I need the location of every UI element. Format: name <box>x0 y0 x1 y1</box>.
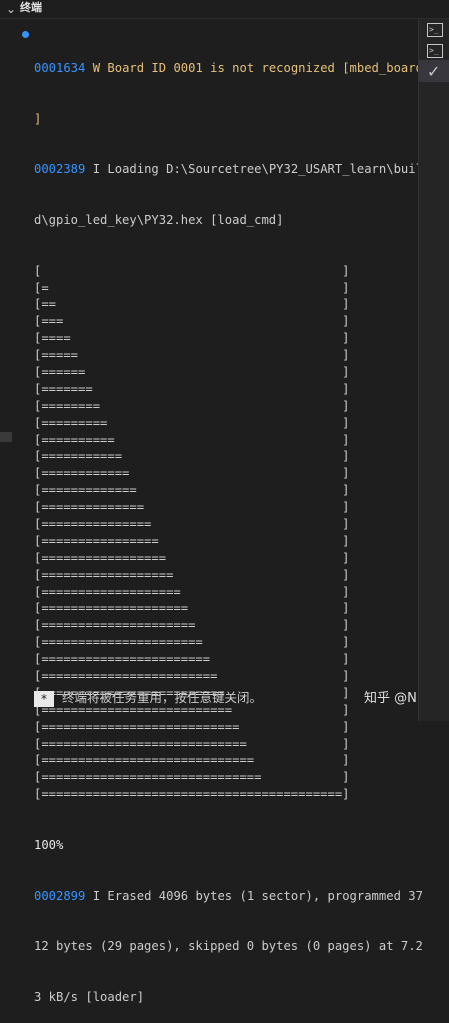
progress-bar-line: [=================== ] <box>34 584 350 599</box>
progress-bar-line: [= ] <box>34 280 350 295</box>
reuse-badge: * <box>34 691 54 707</box>
terminal-tabs-sidebar: >_ >_ ✓ <box>418 19 449 721</box>
check-icon[interactable]: ✓ <box>427 64 440 80</box>
reuse-message: 终端将被任务重用，按任意键关闭。 <box>62 690 263 705</box>
chevron-down-icon[interactable]: ⌄ <box>6 1 16 17</box>
log-line-result-cont: 12 bytes (29 pages), skipped 0 bytes (0 … <box>34 939 423 954</box>
progress-bar-line: [====================== ] <box>34 635 350 650</box>
progress-bar-line: [== ] <box>34 297 350 312</box>
progress-bar-line: [=== ] <box>34 314 350 329</box>
progress-bar-line: [======== ] <box>34 398 350 413</box>
progress-bar-line: [============================= ] <box>34 753 350 768</box>
progress-bar-line: [ ] <box>34 263 350 278</box>
progress-bar-line: [===================== ] <box>34 618 350 633</box>
log-line-warning: 0001634 W Board ID 0001 is not recognize… <box>34 59 427 77</box>
terminal-footer: * 终端将被任务重用，按任意键关闭。 <box>34 688 414 710</box>
progress-bar-line: [=============== ] <box>34 516 350 531</box>
progress-bar-line: [============= ] <box>34 483 350 498</box>
progress-bar-line: [============================== ] <box>34 770 350 785</box>
panel-title: 终端 <box>20 1 42 14</box>
log-line-info: 0002389 I Loading D:\Sourcetree\PY32_USA… <box>34 162 423 177</box>
progress-percent: 100% <box>34 837 64 852</box>
progress-bar-line: [============ ] <box>34 466 350 481</box>
progress-bar-line: [=========== ] <box>34 449 350 464</box>
progress-bar-line: [====== ] <box>34 364 350 379</box>
progress-bar-line: [======================= ] <box>34 652 350 667</box>
progress-bar-line: [============== ] <box>34 500 350 515</box>
log-line-result: 0002899 I Erased 4096 bytes (1 sector), … <box>34 888 423 903</box>
progress-bar-line: [========== ] <box>34 432 350 447</box>
progress-bar-line: [================= ] <box>34 550 350 565</box>
command-decoration-icon[interactable] <box>22 31 29 38</box>
log-line-result-cont2: 3 kB/s [loader] <box>34 990 145 1005</box>
progress-bar-line: [==== ] <box>34 331 350 346</box>
progress-bar-line: [==================== ] <box>34 601 350 616</box>
progress-bar-line: [======= ] <box>34 381 350 396</box>
log-line-warning-cont: ] <box>34 111 42 126</box>
progress-bar-line: [======================== ] <box>34 669 350 683</box>
progress-bar-line: [================== ] <box>34 567 350 582</box>
progress-bar-line: [============================ ] <box>34 736 350 751</box>
progress-bar-line: [===== ] <box>34 348 350 363</box>
terminal-panel-header: ⌄ 终端 <box>0 0 449 19</box>
terminal-icon[interactable]: >_ <box>427 23 443 37</box>
progress-bar-line: [================ ] <box>34 533 350 548</box>
progress-bars: [ ] [= ] [== ] [=== ] [====] [=====] [… <box>34 263 412 804</box>
log-line-info-cont: d\gpio_led_key\PY32.hex [load_cmd] <box>34 212 284 227</box>
progress-bar-line: [=========================== ] <box>34 719 350 734</box>
progress-bar-line: [=======================================… <box>34 787 350 802</box>
progress-bar-line: [========= ] <box>34 415 350 430</box>
terminal-icon[interactable]: >_ <box>427 44 443 58</box>
terminal-lines: 0001634 W Board ID 0001 is not recognize… <box>34 26 427 1023</box>
